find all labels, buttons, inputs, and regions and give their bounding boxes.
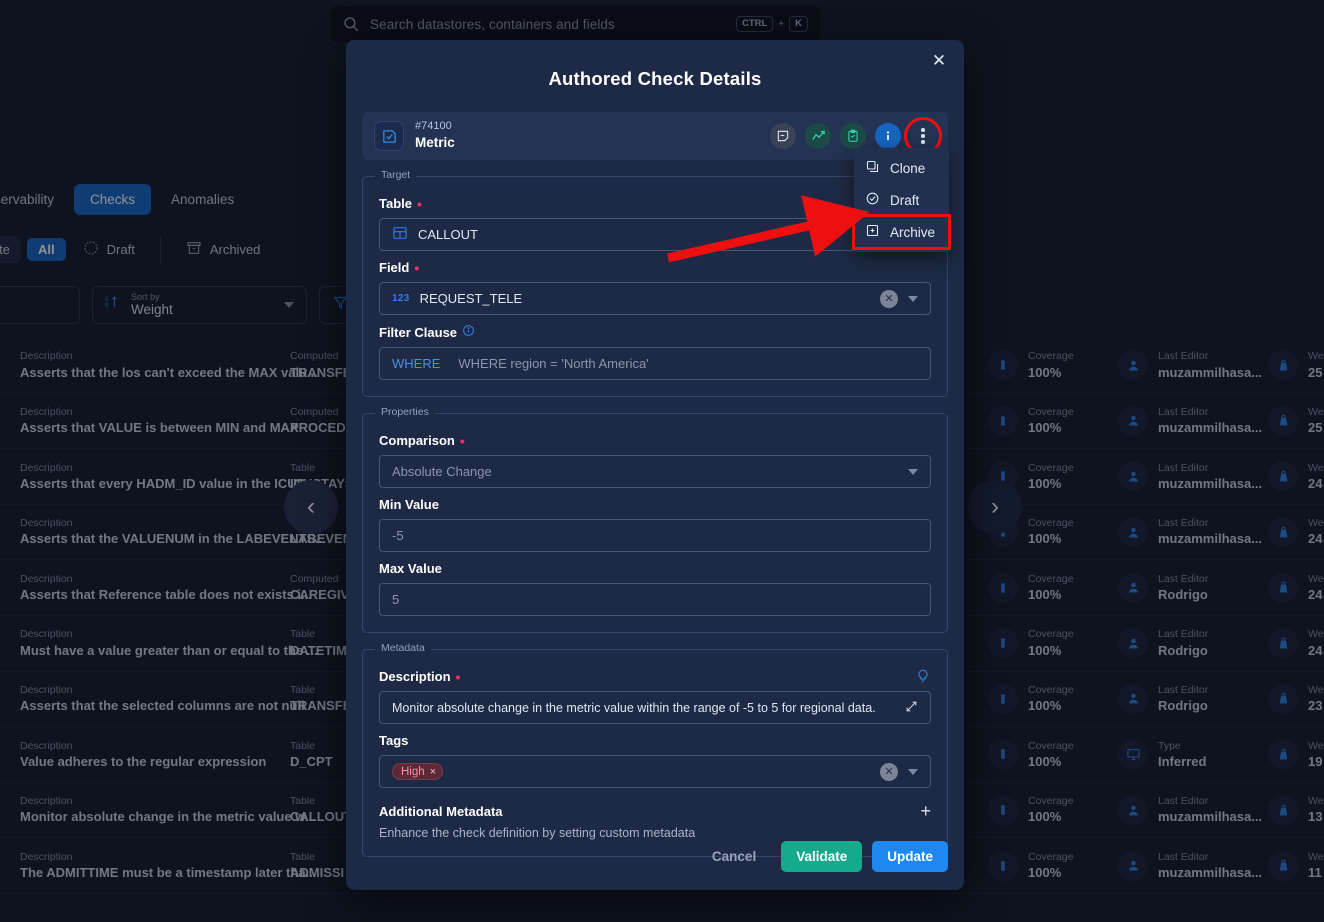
close-icon[interactable]: ✕ — [926, 48, 952, 74]
cancel-button[interactable]: Cancel — [697, 841, 771, 872]
archive-icon — [865, 223, 880, 241]
tag-chip-high[interactable]: High × — [392, 763, 444, 781]
table-label-text: Table — [379, 196, 412, 211]
filter-clause-label: Filter Clause — [379, 324, 931, 340]
additional-metadata-header: Additional Metadata + — [379, 802, 931, 820]
where-keyword: WHERE — [392, 356, 441, 371]
table-field-label: Table • — [379, 196, 931, 211]
additional-metadata-title: Additional Metadata — [379, 803, 503, 819]
tag-label: High — [401, 765, 425, 778]
check-type: Metric — [415, 135, 455, 151]
description-label: Description • — [379, 669, 931, 684]
add-metadata-button[interactable]: + — [920, 802, 931, 820]
properties-legend: Properties — [375, 406, 435, 418]
tag-remove-icon[interactable]: × — [430, 766, 436, 778]
menu-item-clone-label: Clone — [890, 160, 926, 176]
check-type-icon — [374, 121, 404, 151]
field-select[interactable]: 123 REQUEST_TELE ✕ — [379, 282, 931, 315]
tags-label: Tags — [379, 733, 409, 748]
menu-item-draft[interactable]: Draft — [854, 184, 949, 216]
page-title: Authored Check Details — [548, 68, 762, 89]
properties-section: Properties Comparison • Absolute Change … — [362, 406, 948, 633]
table-value: CALLOUT — [418, 227, 478, 242]
metadata-legend: Metadata — [375, 642, 431, 654]
comparison-label: Comparison • — [379, 433, 931, 448]
required-marker: • — [417, 195, 422, 212]
comparison-value: Absolute Change — [392, 464, 492, 479]
tags-select[interactable]: High × ✕ — [379, 755, 931, 788]
modal-footer: Cancel Validate Update — [697, 841, 948, 872]
metadata-section: Metadata Description • Monitor absolute … — [362, 642, 948, 857]
clipboard-check-icon[interactable] — [840, 123, 866, 149]
tag-list: High × — [392, 763, 870, 781]
menu-item-clone[interactable]: Clone — [854, 152, 949, 184]
chevron-down-icon-field[interactable] — [908, 295, 918, 302]
chevron-down-icon-comparison[interactable] — [908, 468, 918, 475]
field-value: REQUEST_TELE — [419, 291, 523, 306]
expand-icon[interactable] — [905, 700, 918, 716]
min-value-input[interactable]: -5 — [379, 519, 931, 552]
filter-clause-placeholder: WHERE region = 'North America' — [458, 356, 649, 371]
field-label: Field • — [379, 260, 931, 275]
chevron-down-icon-tags[interactable] — [908, 768, 918, 775]
table-input[interactable]: CALLOUT — [379, 218, 931, 251]
description-label-text: Description — [379, 669, 451, 684]
target-legend: Target — [375, 169, 417, 181]
field-label-text: Field — [379, 260, 410, 275]
max-value: 5 — [392, 592, 400, 607]
clone-icon — [865, 159, 880, 177]
max-value-input[interactable]: 5 — [379, 583, 931, 616]
table-icon — [392, 225, 408, 244]
comparison-label-text: Comparison — [379, 433, 455, 448]
info-icon[interactable] — [875, 123, 901, 149]
filter-clause-input[interactable]: WHERE WHERE region = 'North America' — [379, 347, 931, 380]
max-value-label: Max Value — [379, 561, 442, 576]
trend-chart-icon[interactable] — [805, 123, 831, 149]
description-input[interactable]: Monitor absolute change in the metric va… — [379, 691, 931, 724]
filter-clause-label-text: Filter Clause — [379, 324, 458, 340]
numeric-type-icon: 123 — [392, 293, 410, 304]
menu-item-archive[interactable]: Archive — [852, 214, 951, 250]
authored-check-details-modal: ✕ Authored Check Details #74100 Metric C… — [346, 40, 964, 890]
lightbulb-icon[interactable] — [915, 667, 931, 686]
draft-check-icon — [865, 191, 880, 209]
clear-tags-icon[interactable]: ✕ — [880, 762, 898, 781]
check-actions — [770, 117, 942, 155]
check-id: #74100 — [415, 120, 452, 133]
validate-button[interactable]: Validate — [781, 841, 863, 872]
required-marker-3: • — [459, 432, 465, 449]
menu-item-draft-label: Draft — [890, 192, 920, 208]
required-marker-4: • — [455, 668, 461, 685]
description-value: Monitor absolute change in the metric va… — [392, 700, 876, 715]
clear-field-icon[interactable]: ✕ — [880, 289, 898, 308]
comparison-select[interactable]: Absolute Change — [379, 455, 931, 488]
update-button[interactable]: Update — [872, 841, 948, 872]
required-marker-2: • — [414, 259, 420, 276]
min-value-label: Min Value — [379, 497, 439, 512]
menu-item-archive-label: Archive — [890, 224, 936, 240]
note-icon[interactable] — [770, 123, 796, 149]
info-icon-filter[interactable] — [462, 324, 475, 340]
additional-metadata-subtitle: Enhance the check definition by setting … — [379, 826, 696, 840]
min-value: -5 — [392, 528, 404, 543]
more-options-button[interactable] — [904, 117, 942, 155]
more-options-menu: Clone Draft Archive — [852, 148, 951, 252]
